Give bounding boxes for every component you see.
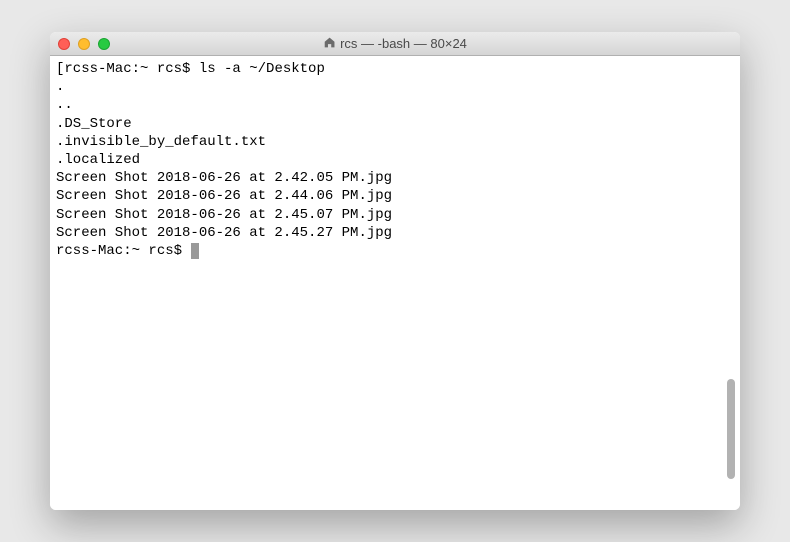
terminal-output-line: .invisible_by_default.txt bbox=[56, 133, 734, 151]
terminal-line: [rcss-Mac:~ rcs$ ls -a ~/Desktop bbox=[56, 60, 734, 78]
terminal-body[interactable]: [rcss-Mac:~ rcs$ ls -a ~/Desktop . .. .D… bbox=[50, 56, 740, 510]
title-text: rcs — -bash — 80×24 bbox=[340, 36, 467, 51]
home-icon bbox=[323, 36, 336, 52]
prompt: [rcss-Mac:~ rcs$ bbox=[56, 61, 199, 77]
terminal-window: rcs — -bash — 80×24 [rcss-Mac:~ rcs$ ls … bbox=[50, 32, 740, 510]
terminal-output-line: .DS_Store bbox=[56, 115, 734, 133]
scrollbar[interactable] bbox=[724, 84, 738, 506]
maximize-button[interactable] bbox=[98, 38, 110, 50]
terminal-output-line: Screen Shot 2018-06-26 at 2.45.27 PM.jpg bbox=[56, 224, 734, 242]
window-title: rcs — -bash — 80×24 bbox=[323, 36, 467, 52]
prompt: rcss-Mac:~ rcs$ bbox=[56, 243, 190, 259]
terminal-output-line: Screen Shot 2018-06-26 at 2.45.07 PM.jpg bbox=[56, 206, 734, 224]
terminal-output-line: Screen Shot 2018-06-26 at 2.42.05 PM.jpg bbox=[56, 169, 734, 187]
terminal-output-line: Screen Shot 2018-06-26 at 2.44.06 PM.jpg bbox=[56, 187, 734, 205]
terminal-output-line: .. bbox=[56, 96, 734, 114]
titlebar[interactable]: rcs — -bash — 80×24 bbox=[50, 32, 740, 56]
close-button[interactable] bbox=[58, 38, 70, 50]
terminal-output-line: .localized bbox=[56, 151, 734, 169]
terminal-line: rcss-Mac:~ rcs$ bbox=[56, 242, 734, 260]
traffic-lights bbox=[58, 38, 110, 50]
terminal-output-line: . bbox=[56, 78, 734, 96]
command-text: ls -a ~/Desktop bbox=[199, 61, 325, 77]
scrollbar-thumb[interactable] bbox=[727, 379, 735, 479]
minimize-button[interactable] bbox=[78, 38, 90, 50]
cursor bbox=[191, 243, 199, 259]
